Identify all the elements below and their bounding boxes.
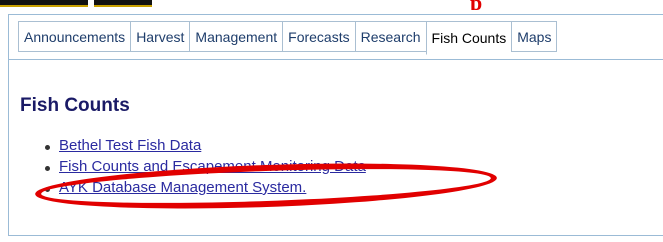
tab-harvest[interactable]: Harvest [130,21,190,52]
cropped-header-strip: p [0,0,663,10]
section-heading: Fish Counts [20,95,130,116]
tab-forecasts[interactable]: Forecasts [282,21,355,52]
cropped-red-heading: p [470,0,482,10]
header-button-fragment-2 [94,0,152,7]
header-button-fragment-1 [0,0,88,7]
tab-management[interactable]: Management [189,21,283,52]
tab-fish-counts[interactable]: Fish Counts [425,21,512,55]
tab-maps[interactable]: Maps [511,21,558,52]
tab-panel: Announcements Harvest Management Forecas… [8,14,663,236]
tab-bar: Announcements Harvest Management Forecas… [9,15,663,60]
list-item: Bethel Test Fish Data [45,137,366,158]
tabs: Announcements Harvest Management Forecas… [18,21,558,55]
bethel-test-fish-data-link[interactable]: Bethel Test Fish Data [59,137,201,154]
tab-announcements[interactable]: Announcements [18,21,131,52]
tab-research[interactable]: Research [354,21,426,52]
